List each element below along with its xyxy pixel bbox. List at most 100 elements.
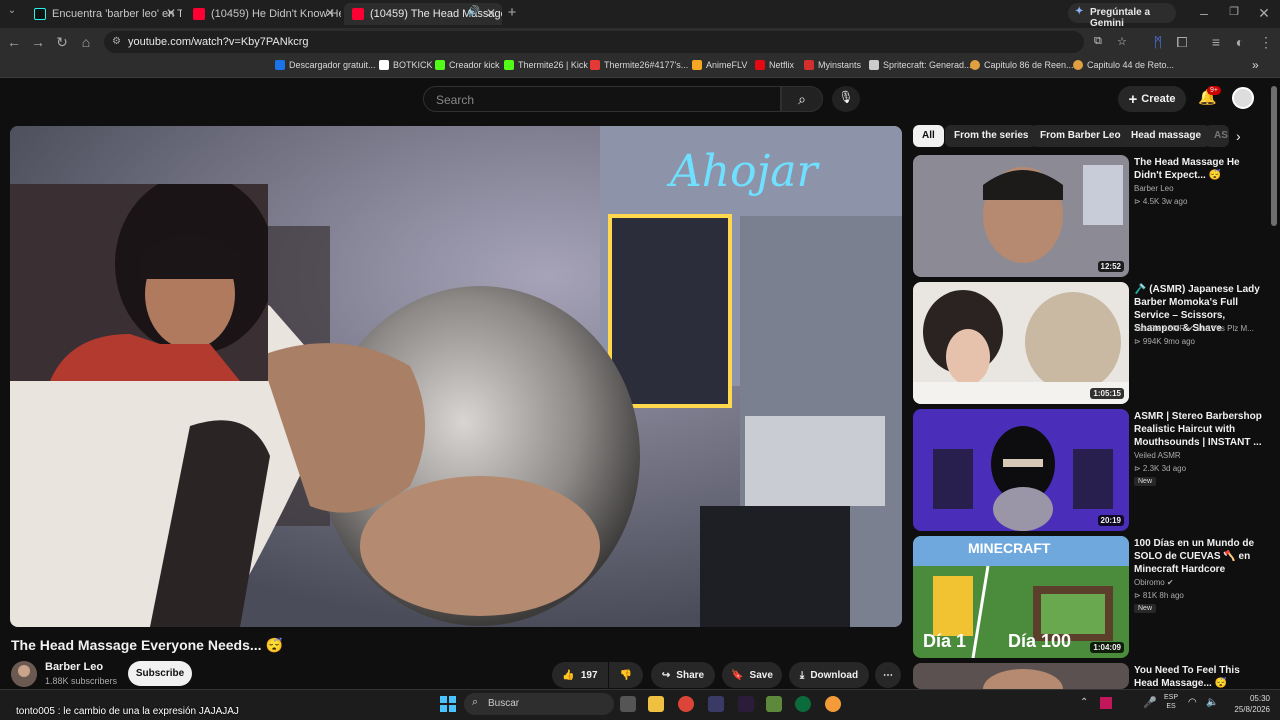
video-thumbnail[interactable]: 12:52	[913, 155, 1129, 277]
dislike-button[interactable]: 👎	[609, 662, 643, 688]
chip-from-barber-leo[interactable]: From Barber Leo	[1031, 125, 1130, 147]
video-thumbnail[interactable]	[913, 663, 1129, 689]
forward-icon[interactable]: →	[30, 34, 46, 50]
video-player[interactable]: Ahojar	[10, 126, 902, 627]
profile-icon[interactable]: ◐	[1232, 34, 1248, 50]
more-actions-button[interactable]: ⋯	[875, 662, 901, 688]
recommendation-item[interactable]: 20:19 ASMR | Stereo Barbershop Realistic…	[913, 409, 1273, 531]
bookmarks-overflow-icon[interactable]: »	[1252, 58, 1259, 72]
menu-kebab-icon[interactable]: ⋮	[1258, 34, 1274, 51]
recommendation-title[interactable]: You Need To Feel This Head Massage... 😴	[1134, 664, 1266, 689]
tab-youtube-active[interactable]: (10459) The Head Massage 🔊 ✕	[344, 3, 502, 25]
language-indicator[interactable]: ESP ES	[1164, 693, 1178, 711]
bookmark-item[interactable]: AnimeFLV	[692, 60, 747, 70]
windows-start-icon[interactable]	[440, 696, 456, 712]
maximize-icon[interactable]: ❐	[1226, 5, 1242, 18]
bookmark-star-icon[interactable]: ☆	[1117, 35, 1127, 48]
chip-asmr[interactable]: AS	[1205, 125, 1229, 147]
gemini-button[interactable]: ✦ Pregúntale a Gemini	[1068, 3, 1176, 29]
discord-like-icon[interactable]	[825, 696, 841, 712]
wifi-icon[interactable]: ◠	[1188, 697, 1197, 708]
recommendation-item[interactable]: You Need To Feel This Head Massage... 😴	[913, 663, 1273, 689]
reload-icon[interactable]: ↻	[54, 34, 70, 51]
bookmark-item[interactable]: Creador kick	[435, 60, 500, 70]
bookmark-item[interactable]: Capitulo 44 de Reto...	[1073, 60, 1174, 70]
tray-app-icon[interactable]	[1100, 697, 1112, 709]
minecraft-icon[interactable]	[766, 696, 782, 712]
close-icon[interactable]: ✕	[325, 6, 335, 20]
speaker-icon[interactable]: 🔊	[468, 6, 480, 17]
chip-from-series[interactable]: From the series	[945, 125, 1038, 147]
close-icon[interactable]: ✕	[486, 6, 496, 20]
window-close-icon[interactable]: ✕	[1256, 5, 1272, 22]
extension-icon[interactable]: ᛗ	[1150, 34, 1166, 50]
channel-name[interactable]: Barber Leo	[45, 661, 103, 673]
recommendation-item[interactable]: 12:52 The Head Massage He Didn't Expect.…	[913, 155, 1273, 277]
page-scrollbar[interactable]	[1271, 86, 1277, 226]
share-button[interactable]: ↪ Share	[651, 662, 715, 688]
bookmark-item[interactable]: Descargador gratuit...	[275, 60, 376, 70]
url-input[interactable]: ⚙ youtube.com/watch?v=Kby7PANkcrg ⧉ ☆	[104, 31, 1127, 53]
clock-date: 25/8/2026	[1234, 705, 1270, 714]
video-thumbnail[interactable]: MINECRAFT Día 1 Día 100 1:04:09	[913, 536, 1129, 658]
snipping-icon[interactable]	[708, 696, 724, 712]
recommendation-channel[interactable]: Obiromo ✔	[1134, 578, 1174, 587]
bookmark-item[interactable]: Thermite26#4177's...	[590, 60, 688, 70]
create-button[interactable]: + Create	[1118, 86, 1186, 112]
microphone-icon[interactable]: 🎤	[1143, 696, 1157, 709]
taskbar-search[interactable]: ⌕ Buscar	[464, 693, 614, 715]
task-view-icon[interactable]	[620, 696, 636, 712]
upwork-icon[interactable]	[795, 696, 811, 712]
volume-icon[interactable]: 🔈	[1206, 697, 1218, 708]
bookmark-item[interactable]: Thermite26 | Kick	[504, 60, 588, 70]
video-thumbnail[interactable]: 20:19	[913, 409, 1129, 531]
subscribe-button[interactable]: Subscribe	[128, 661, 192, 686]
back-icon[interactable]: ←	[6, 34, 22, 50]
account-avatar[interactable]	[1232, 87, 1254, 109]
tray-chevron-icon[interactable]: ⌃	[1080, 697, 1088, 708]
search-placeholder: Search	[436, 93, 475, 107]
channel-avatar[interactable]	[11, 661, 37, 687]
chip-all[interactable]: All	[913, 125, 944, 147]
save-button[interactable]: 🔖 Save	[722, 662, 782, 688]
recommendation-item[interactable]: MINECRAFT Día 1 Día 100 1:04:09 100 Días…	[913, 536, 1273, 658]
bookmark-item[interactable]: Capitulo 86 de Reen...	[970, 60, 1074, 70]
recommendation-channel[interactable]: Yes Plz ASMR ✔ and Yes Plz M...	[1134, 324, 1254, 333]
recommendation-channel[interactable]: Barber Leo	[1134, 184, 1174, 193]
video-thumbnail[interactable]: 1:05:15	[913, 282, 1129, 404]
recommendation-title[interactable]: ASMR | Stereo Barbershop Realistic Hairc…	[1134, 410, 1266, 449]
bookmark-item[interactable]: BOTKICK	[379, 60, 433, 70]
recommendation-channel[interactable]: Veiled ASMR	[1134, 451, 1181, 460]
sidepanel-icon[interactable]: ≡	[1208, 34, 1224, 50]
bookmark-item[interactable]: Myinstants	[804, 60, 861, 70]
search-input[interactable]: Search	[423, 86, 781, 112]
like-button[interactable]: 👍 197	[552, 662, 608, 688]
search-button[interactable]: ⌕	[781, 86, 823, 112]
subscriber-count: 1.88K subscribers	[45, 676, 118, 686]
extensions-puzzle-icon[interactable]: ⧠	[1174, 34, 1190, 51]
download-button[interactable]: ⤓ Download	[789, 662, 869, 688]
home-icon[interactable]: ⌂	[78, 34, 94, 50]
chip-head-massage[interactable]: Head massage	[1122, 125, 1211, 147]
tab-tiktok[interactable]: Encuentra 'barber leo' en TikTok ✕	[26, 3, 182, 25]
tab-search-icon[interactable]: ⌄	[4, 5, 20, 16]
chrome-icon[interactable]	[678, 696, 694, 712]
recommendation-title[interactable]: The Head Massage He Didn't Expect... 😴	[1134, 156, 1266, 182]
tab-youtube-1[interactable]: (10459) He Didn't Know He Co ✕	[185, 3, 341, 25]
voice-search-button[interactable]: 🎙	[832, 86, 860, 112]
bookmark-item[interactable]: Netflix	[755, 60, 794, 70]
bookmark-item[interactable]: Spritecraft: Generad...	[869, 60, 972, 70]
close-icon[interactable]: ✕	[166, 6, 176, 20]
minimize-icon[interactable]: –	[1196, 5, 1212, 21]
tiktok-icon	[34, 8, 46, 20]
site-info-icon[interactable]: ⚙	[112, 36, 121, 47]
new-tab-icon[interactable]: +	[504, 4, 520, 21]
app-icon[interactable]	[738, 696, 754, 712]
file-explorer-icon[interactable]	[648, 696, 664, 712]
install-icon[interactable]: ⧉	[1094, 35, 1102, 48]
recommendation-item[interactable]: 1:05:15 🪒 (ASMR) Japanese Lady Barber Mo…	[913, 282, 1273, 404]
new-badge: New	[1134, 477, 1157, 486]
chevron-right-icon[interactable]: ›	[1236, 128, 1241, 144]
clock[interactable]: 05:30 25/8/2026	[1222, 693, 1270, 715]
recommendation-title[interactable]: 100 Días en un Mundo de SOLO de CUEVAS 🪓…	[1134, 537, 1266, 576]
